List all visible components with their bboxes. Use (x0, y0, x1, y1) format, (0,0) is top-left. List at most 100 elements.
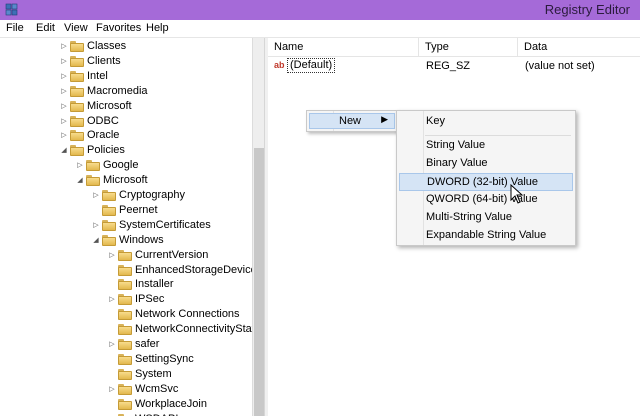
tree-item[interactable]: ▷ Classes (0, 39, 252, 54)
expand-arrow-icon[interactable]: ▷ (60, 84, 68, 99)
key-tree[interactable]: ▷ Classes ▷ Clients ▷ Intel ▷ Macromedia ▷ Micros… (0, 38, 252, 416)
tree-item-label: SettingSync (135, 352, 194, 365)
tree-item-label: safer (135, 338, 160, 350)
submenu-item-binary-value[interactable]: Binary Value (399, 155, 573, 173)
expand-arrow-icon[interactable]: ▷ (60, 99, 68, 114)
tree-item[interactable]: ◢ Microsoft (0, 173, 252, 188)
expand-arrow-icon[interactable]: ▷ (60, 39, 68, 54)
submenu-item-qword-value[interactable]: QWORD (64-bit) Value (399, 191, 573, 209)
folder-icon (70, 55, 84, 67)
tree-item[interactable]: ▷ WSDAPI (0, 412, 252, 416)
expand-arrow-icon[interactable]: ▷ (108, 412, 116, 416)
title-bar[interactable]: Registry Editor (0, 0, 640, 20)
tree-item[interactable]: ▷ Clients (0, 54, 252, 69)
menu-item-new[interactable]: New ▶ (309, 113, 395, 129)
tree-item-label: Intel (87, 69, 108, 82)
tree-item-label: Cryptography (119, 189, 186, 201)
folder-icon (118, 383, 132, 395)
folder-icon (70, 70, 84, 82)
submenu-item-dword-value[interactable]: DWORD (32-bit) Value (399, 173, 573, 191)
tree-item[interactable]: ▷ Microsoft (0, 99, 252, 114)
expand-arrow-icon[interactable]: ▷ (60, 54, 68, 69)
tree-item[interactable]: ▷ Oracle (0, 128, 252, 143)
expand-arrow-icon[interactable]: ▷ (92, 218, 100, 233)
tree-item-label: System (135, 367, 172, 380)
folder-icon (70, 130, 84, 142)
expand-arrow-icon[interactable]: ▷ (108, 337, 116, 352)
tree-item[interactable]: ▷ SystemCertificates (0, 218, 252, 233)
tree-item-label: Microsoft (103, 174, 148, 187)
tree-item[interactable]: NetworkConnectivityStatu (0, 322, 252, 337)
folder-icon (70, 145, 84, 157)
tree-item[interactable]: System (0, 367, 252, 382)
column-header-type[interactable]: Type (419, 38, 518, 57)
tree-item[interactable]: ▷ Intel (0, 69, 252, 84)
tree-item[interactable]: WorkplaceJoin (0, 397, 252, 412)
tree-item[interactable]: ▷ IPSec (0, 292, 252, 307)
tree-item[interactable]: ◢ Policies (0, 143, 252, 158)
menu-help[interactable]: Help (146, 22, 169, 34)
folder-icon (70, 41, 84, 52)
folder-icon (118, 264, 132, 276)
tree-item[interactable]: SettingSync (0, 352, 252, 367)
tree-item-label: WcmSvc (135, 382, 179, 395)
expand-arrow-icon[interactable]: ▷ (60, 128, 68, 143)
tree-item-label: SystemCertificates (119, 218, 211, 231)
tree-item[interactable]: Peernet (0, 203, 252, 218)
submenu-item-multi-string-value[interactable]: Multi-String Value (399, 209, 573, 227)
collapse-arrow-icon[interactable]: ◢ (60, 143, 68, 158)
submenu-item-key[interactable]: Key (399, 113, 573, 131)
mouse-cursor-icon (510, 184, 524, 204)
expand-arrow-icon[interactable]: ▷ (60, 114, 68, 129)
expand-arrow-icon[interactable]: ▷ (108, 382, 116, 397)
folder-icon (118, 398, 132, 410)
tree-item[interactable]: Installer (0, 277, 252, 292)
tree-item-label: WorkplaceJoin (135, 397, 207, 410)
tree-item[interactable]: ▷ Google (0, 158, 252, 173)
tree-scrollbar[interactable] (252, 38, 264, 416)
menu-favorites[interactable]: Favorites (96, 22, 141, 34)
tree-item[interactable]: ▷ WcmSvc (0, 382, 252, 397)
menu-edit[interactable]: Edit (36, 22, 55, 34)
tree-item[interactable]: ▷ Macromedia (0, 84, 252, 99)
tree-item-label: NetworkConnectivityStatu (135, 323, 252, 336)
tree-item[interactable]: ▷ safer (0, 337, 252, 352)
submenu-item-expandable-string-value[interactable]: Expandable String Value (399, 227, 573, 245)
expand-arrow-icon[interactable]: ▷ (92, 188, 100, 203)
folder-icon (102, 190, 116, 201)
column-header-data[interactable]: Data (518, 38, 640, 57)
tree-item[interactable]: ▷ Cryptography (0, 188, 252, 203)
tree-item-label: Clients (87, 54, 121, 67)
menu-view[interactable]: View (64, 22, 88, 34)
tree-item[interactable]: ▷ ODBC (0, 114, 252, 129)
tree-item-label: Google (103, 159, 139, 172)
submenu-arrow-icon: ▶ (381, 114, 388, 124)
tree-item[interactable]: ▷ CurrentVersion (0, 248, 252, 263)
expand-arrow-icon[interactable]: ▷ (108, 248, 116, 263)
expand-arrow-icon[interactable]: ▷ (76, 158, 84, 173)
context-menu: New ▶ (306, 110, 398, 132)
value-type: REG_SZ (426, 60, 471, 72)
folder-icon (102, 204, 116, 216)
tree-item[interactable]: Network Connections (0, 307, 252, 322)
menu-file[interactable]: File (6, 22, 24, 34)
tree-item[interactable]: ◢ Windows (0, 233, 252, 248)
value-name[interactable]: (Default) (287, 58, 336, 73)
submenu-item-string-value[interactable]: String Value (399, 137, 573, 155)
tree-item-label: ODBC (87, 114, 119, 127)
folder-icon (86, 175, 100, 187)
folder-icon (118, 339, 132, 350)
tree-item[interactable]: EnhancedStorageDevices (0, 263, 252, 278)
window-title: Registry Editor (544, 2, 630, 17)
folder-icon (102, 234, 116, 246)
tree-item-label: Windows (119, 233, 164, 246)
folder-icon (70, 85, 84, 97)
expand-arrow-icon[interactable]: ▷ (108, 292, 116, 307)
expand-arrow-icon[interactable]: ▷ (60, 69, 68, 84)
collapse-arrow-icon[interactable]: ◢ (92, 233, 100, 248)
tree-item-label: Network Connections (135, 308, 240, 321)
tree-scrollbar-thumb[interactable] (254, 148, 264, 416)
collapse-arrow-icon[interactable]: ◢ (76, 173, 84, 188)
folder-icon (70, 115, 84, 127)
column-header-name[interactable]: Name (268, 38, 419, 57)
